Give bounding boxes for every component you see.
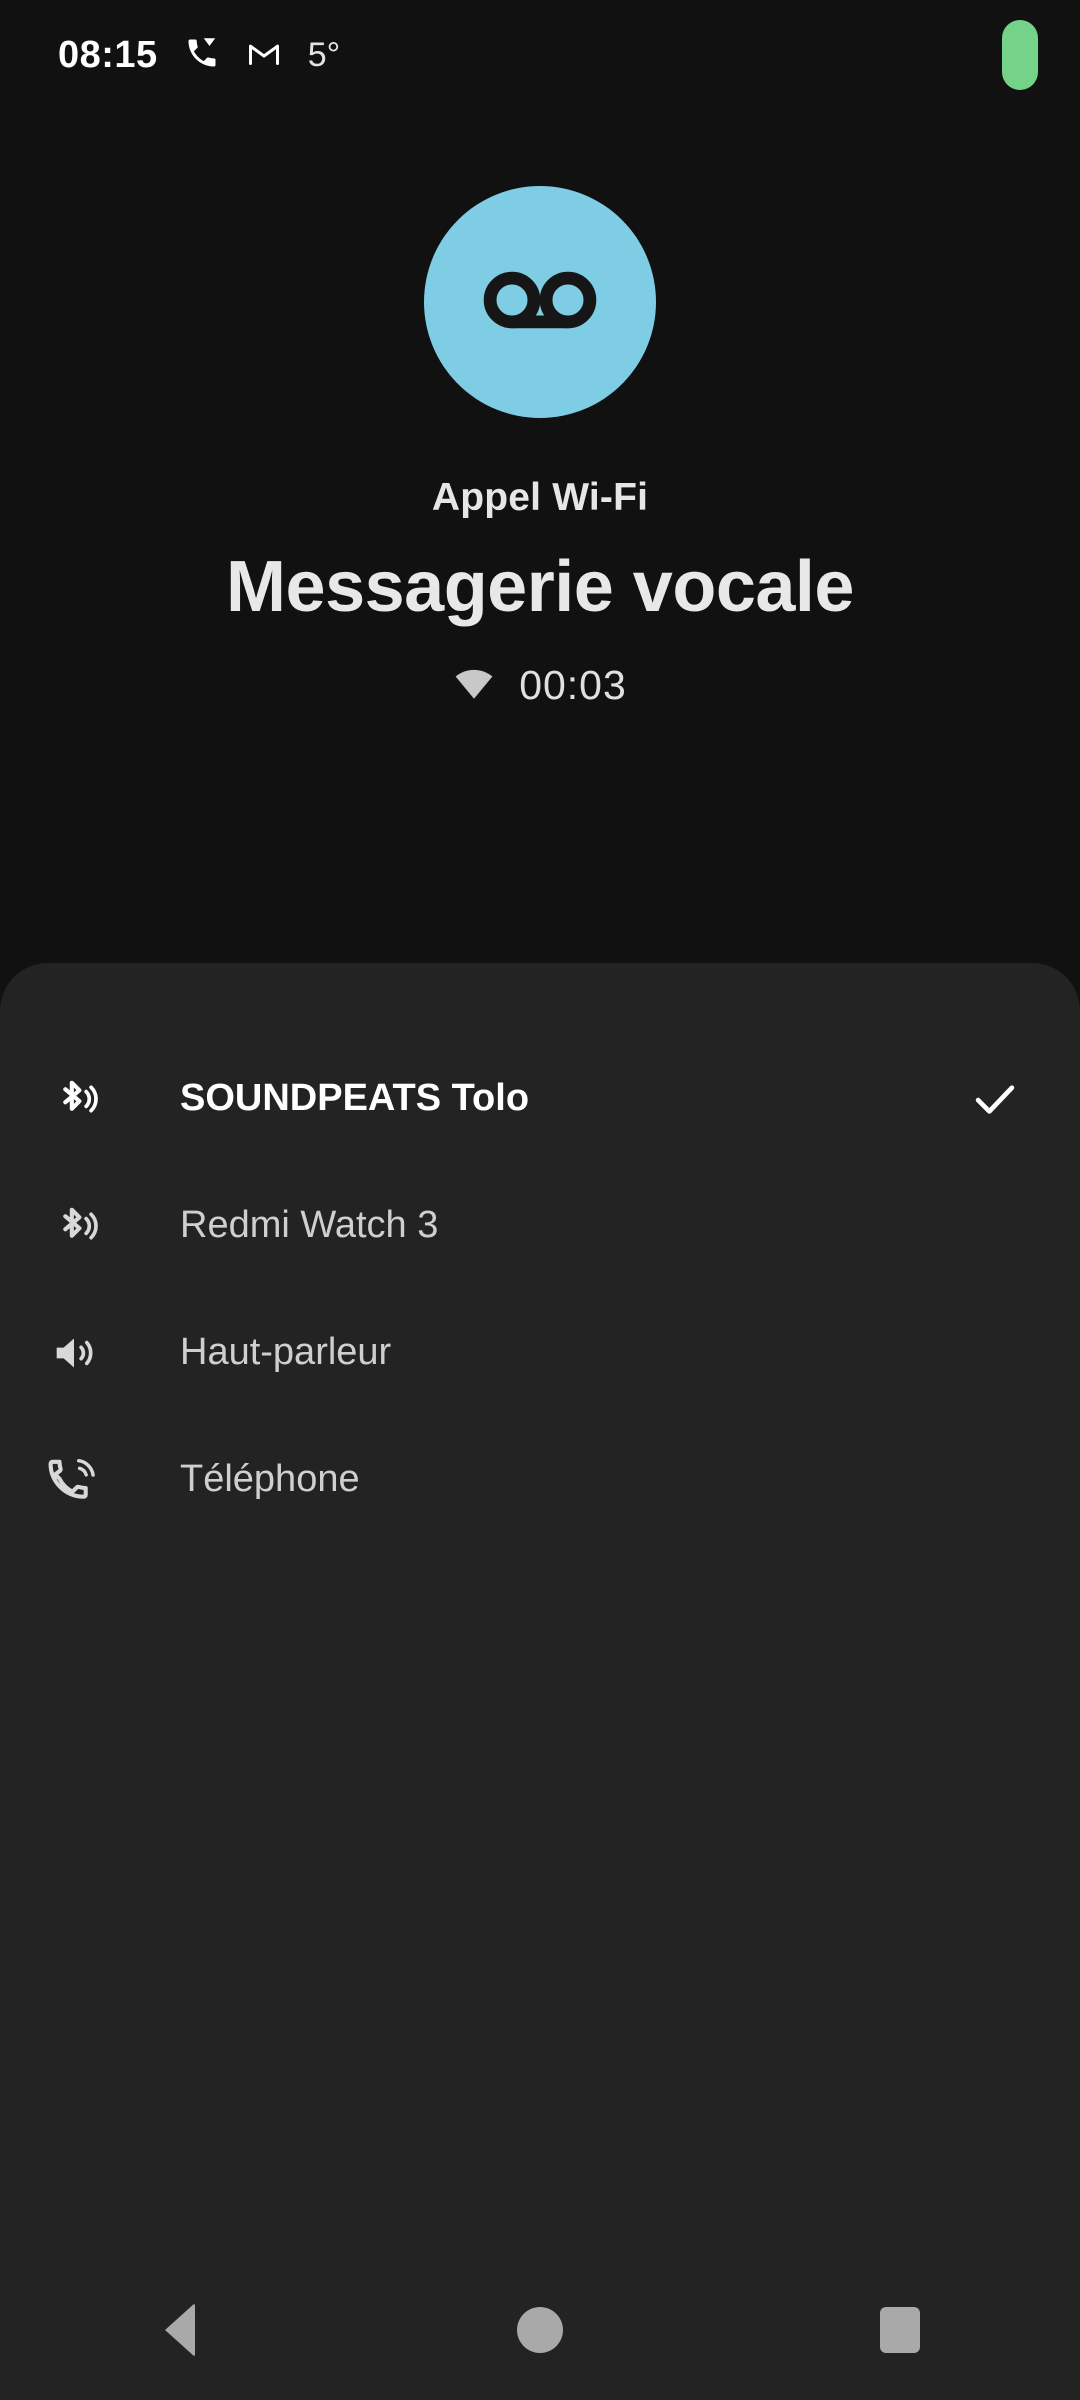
voicemail-icon [467,227,613,378]
back-icon [165,2303,195,2357]
call-type-label: Appel Wi-Fi [431,476,649,519]
audio-device-row-soundpeats-tolo[interactable]: SOUNDPEATS Tolo [0,1035,1080,1162]
audio-device-list: SOUNDPEATS Tolo Redmi Watch 3 Haut-parle… [0,1035,1080,1543]
wifi-icon [453,662,495,709]
nav-recents-button[interactable] [825,2260,975,2400]
gmail-icon [246,35,282,76]
audio-device-row-telephone[interactable]: Téléphone [0,1416,1080,1543]
status-bar-left: 08:15 5° [58,34,340,77]
call-header: Appel Wi-Fi Messagerie vocale 00:03 [0,110,1080,709]
wifi-calling-icon [184,35,220,76]
audio-device-row-haut-parleur[interactable]: Haut-parleur [0,1289,1080,1416]
caller-name: Messagerie vocale [226,547,854,627]
bluetooth-audio-icon [46,1071,102,1127]
audio-device-label: Téléphone [180,1458,360,1500]
nav-back-button[interactable] [105,2260,255,2400]
status-clock: 08:15 [58,33,158,76]
status-bar-right [1002,20,1038,90]
recents-icon [880,2307,920,2353]
audio-device-label: Redmi Watch 3 [180,1204,439,1246]
phone-in-talk-icon [46,1452,102,1508]
call-status-row: 00:03 [453,662,627,709]
voicemail-avatar [424,186,656,418]
navigation-bar [0,2260,1080,2400]
status-bar: 08:15 5° [0,0,1080,110]
call-screen: 08:15 5° Appel Wi-Fi Messagerie vocale 0… [0,0,1080,2400]
audio-device-row-redmi-watch-3[interactable]: Redmi Watch 3 [0,1162,1080,1289]
bluetooth-audio-icon [46,1198,102,1254]
call-controls-sheet: SOUNDPEATS Tolo Redmi Watch 3 Haut-parle… [0,963,1080,2400]
home-icon [517,2307,563,2353]
check-icon [968,1072,1022,1126]
audio-device-label: Haut-parleur [180,1331,392,1373]
nav-home-button[interactable] [465,2260,615,2400]
status-temperature: 5° [307,35,341,74]
speaker-icon [46,1325,102,1381]
privacy-indicator [1002,20,1038,90]
call-duration: 00:03 [519,662,627,708]
audio-device-label: SOUNDPEATS Tolo [180,1077,530,1119]
